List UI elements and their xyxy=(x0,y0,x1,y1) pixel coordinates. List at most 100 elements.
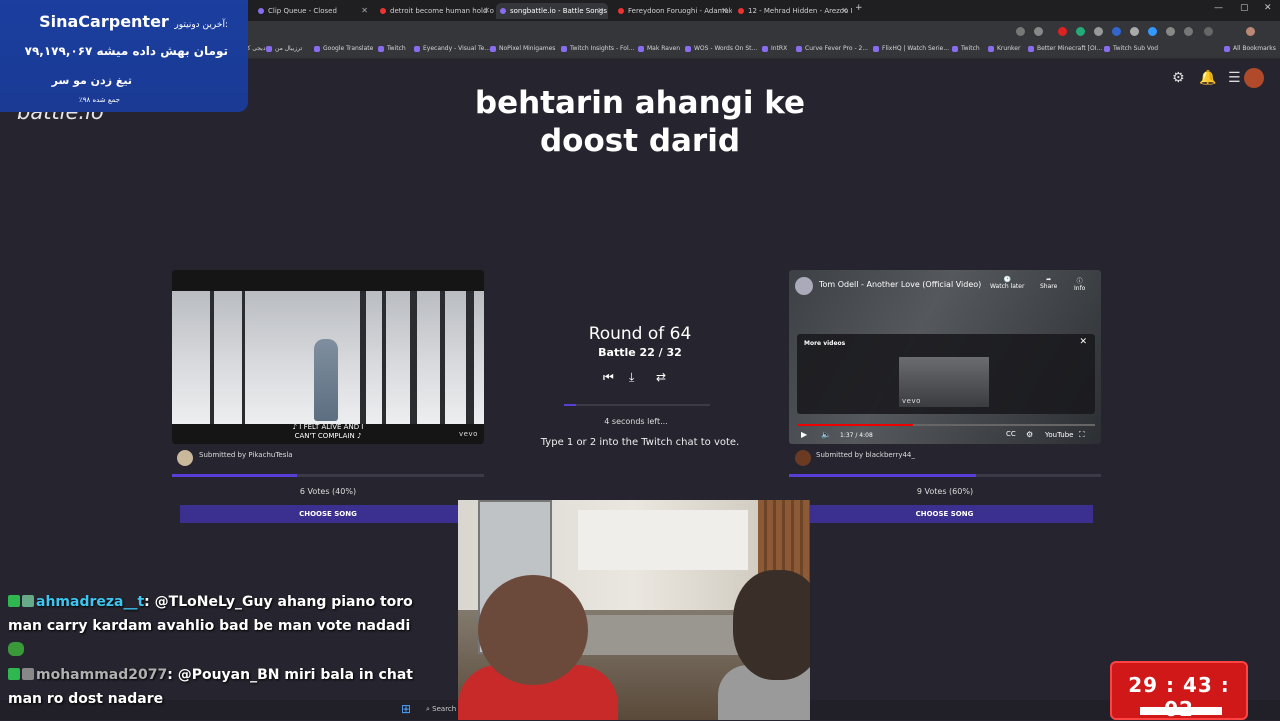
close-tab-icon[interactable]: ✕ xyxy=(841,3,848,19)
gear-icon[interactable]: ⚙ xyxy=(1172,70,1185,86)
close-tab-icon[interactable]: ✕ xyxy=(597,3,604,19)
extension-icon[interactable] xyxy=(1166,27,1175,36)
tab-favicon xyxy=(380,8,386,14)
submitter-avatar xyxy=(795,450,811,466)
tab-mehrad[interactable]: 12 - Mehrad Hidden - Arezoo N ✕ xyxy=(734,3,852,19)
puzzle-icon[interactable] xyxy=(1204,27,1213,36)
shuffle-icon[interactable]: ⇄ xyxy=(656,370,666,384)
bookmark[interactable]: Krunker xyxy=(988,45,1020,52)
bookmark[interactable]: NoPixel Minigames xyxy=(490,45,555,52)
vevo-logo: vevo xyxy=(459,430,478,438)
fullscreen-icon[interactable]: ⛶ xyxy=(1079,430,1085,440)
minimize-button[interactable]: — xyxy=(1214,3,1223,13)
bookmark[interactable]: Twitch xyxy=(952,45,980,52)
download-icon[interactable]: ⤓ xyxy=(629,370,634,385)
video-frame xyxy=(172,291,484,424)
bookmark[interactable]: Better Minecraft [OI... xyxy=(1028,45,1102,52)
time-display: 1:37 / 4:08 xyxy=(840,432,873,439)
lyric-caption: ♪ I FELT ALIVE AND I CAN'T COMPLAIN ♪ xyxy=(272,423,384,441)
bookmark[interactable]: ترزبیال من xyxy=(266,45,302,52)
info-icon: ⓘ xyxy=(1076,278,1083,285)
star-icon[interactable] xyxy=(1034,27,1043,36)
tab-detroit[interactable]: detroit become human hold on ✕ xyxy=(376,3,494,19)
chat-message-continued: man ro dost nadare xyxy=(8,691,164,707)
seconds-left: 4 seconds left... xyxy=(604,417,668,426)
info-button[interactable]: ⓘ Info xyxy=(1074,276,1085,292)
tab-label: Clip Queue - Closed xyxy=(268,7,337,15)
windows-start-icon[interactable]: ⊞ xyxy=(401,702,411,716)
menu-icon[interactable]: ☰ xyxy=(1228,70,1241,86)
extension-icon[interactable] xyxy=(1112,27,1121,36)
video-figure xyxy=(314,339,338,421)
chat-message: ahmadreza__t: @TLoNeLy_Guy ahang piano t… xyxy=(8,594,413,610)
choose-song-right-button[interactable]: CHOOSE SONG xyxy=(796,505,1093,523)
bookmark[interactable]: WOS - Words On St... xyxy=(685,45,757,52)
close-window-button[interactable]: ✕ xyxy=(1264,3,1272,13)
extension-icon[interactable] xyxy=(1094,27,1103,36)
tree xyxy=(466,291,474,424)
bookmark[interactable]: Eyecandy - Visual Te... xyxy=(414,45,490,52)
chat-message: mohammad2077: @Pouyan_BN miri bala in ch… xyxy=(8,667,413,683)
choose-song-left-button[interactable]: CHOOSE SONG xyxy=(180,505,476,523)
share-button[interactable]: ➦ Share xyxy=(1040,276,1057,290)
profile-avatar[interactable] xyxy=(1246,27,1255,36)
tree xyxy=(360,291,366,424)
chat-username: mohammad2077 xyxy=(36,667,168,683)
tab-favicon xyxy=(618,8,624,14)
previous-icon[interactable]: ⏮ xyxy=(603,370,614,385)
search-label: Search xyxy=(432,705,457,713)
new-tab-button[interactable]: + xyxy=(855,3,863,13)
taskbar-search[interactable]: ⌕ Search xyxy=(426,705,456,714)
youtube-logo[interactable]: YouTube xyxy=(1045,431,1073,439)
extension-icon[interactable] xyxy=(1058,27,1067,36)
tree xyxy=(210,291,214,424)
youtube-progress-bar[interactable] xyxy=(797,424,1095,426)
channel-avatar[interactable] xyxy=(795,277,813,295)
watch-later-button[interactable]: 🕑 Watch later xyxy=(990,276,1024,290)
gear-icon[interactable]: ⚙ xyxy=(1026,430,1033,439)
lyric-line: CAN'T COMPLAIN ♪ xyxy=(294,432,362,440)
title-line-2: doost darid xyxy=(539,123,741,159)
tab-favicon xyxy=(258,8,264,14)
user-avatar[interactable] xyxy=(1244,68,1264,88)
close-tab-icon[interactable]: ✕ xyxy=(361,3,368,19)
donation-overlay: SinaCarpenter آخرین دونیتور: ۷۹,۱۷۹,۰۶۷ … xyxy=(0,0,248,112)
pepe-emote-icon xyxy=(8,642,24,656)
close-icon[interactable]: ✕ xyxy=(1079,337,1087,347)
bell-icon[interactable]: 🔔 xyxy=(1199,70,1216,86)
right-video-player[interactable]: Tom Odell - Another Love (Official Video… xyxy=(789,270,1101,444)
extension-icon[interactable] xyxy=(1148,27,1157,36)
bookmark[interactable]: Twitch Sub Vod xyxy=(1104,45,1158,52)
youtube-video-title[interactable]: Tom Odell - Another Love (Official Video… xyxy=(819,280,981,289)
countdown-fill xyxy=(564,404,576,406)
round-label: Round of 64 xyxy=(588,324,692,344)
left-video-player[interactable]: ♪ I FELT ALIVE AND I CAN'T COMPLAIN ♪ ve… xyxy=(172,270,484,444)
bookmark[interactable]: Twitch Insights - Fol... xyxy=(561,45,634,52)
close-tab-icon[interactable]: ✕ xyxy=(721,3,728,19)
tree xyxy=(242,291,245,424)
bookmark[interactable]: IntRX xyxy=(762,45,787,52)
volume-icon[interactable]: 🔈 xyxy=(821,430,831,439)
chat-text: : @TLoNeLy_Guy ahang piano toro xyxy=(144,594,413,610)
left-vote-bar xyxy=(172,474,484,477)
maximize-button[interactable]: ▢ xyxy=(1240,3,1249,13)
suggested-video-thumbnail[interactable]: vevo xyxy=(899,357,989,407)
submitter-right: Submitted by blackberry44_ xyxy=(816,451,915,459)
bookmark[interactable]: Google Translate xyxy=(314,45,373,52)
tab-songbattle[interactable]: songbattle.io - Battle Songs ✕ xyxy=(496,3,608,19)
bookmark[interactable]: Curve Fever Pro - 2... xyxy=(796,45,868,52)
bookmark[interactable]: Twitch xyxy=(378,45,406,52)
close-tab-icon[interactable]: ✕ xyxy=(483,3,490,19)
play-icon[interactable]: ▶ xyxy=(801,430,807,439)
extension-icon[interactable] xyxy=(1184,27,1193,36)
tab-clip-queue[interactable]: Clip Queue - Closed ✕ xyxy=(254,3,372,19)
captions-icon[interactable]: CC xyxy=(1006,430,1016,438)
all-bookmarks[interactable]: All Bookmarks xyxy=(1224,45,1276,52)
left-vote-fill xyxy=(172,474,297,477)
extension-icon[interactable] xyxy=(1130,27,1139,36)
install-icon[interactable] xyxy=(1016,27,1025,36)
tab-fereydoon[interactable]: Fereydoon Foruoghi - Adamak ✕ xyxy=(614,3,732,19)
bookmark[interactable]: FlixHQ | Watch Serie... xyxy=(873,45,949,52)
extension-icon[interactable] xyxy=(1076,27,1085,36)
bookmark[interactable]: Mak Raven xyxy=(638,45,680,52)
